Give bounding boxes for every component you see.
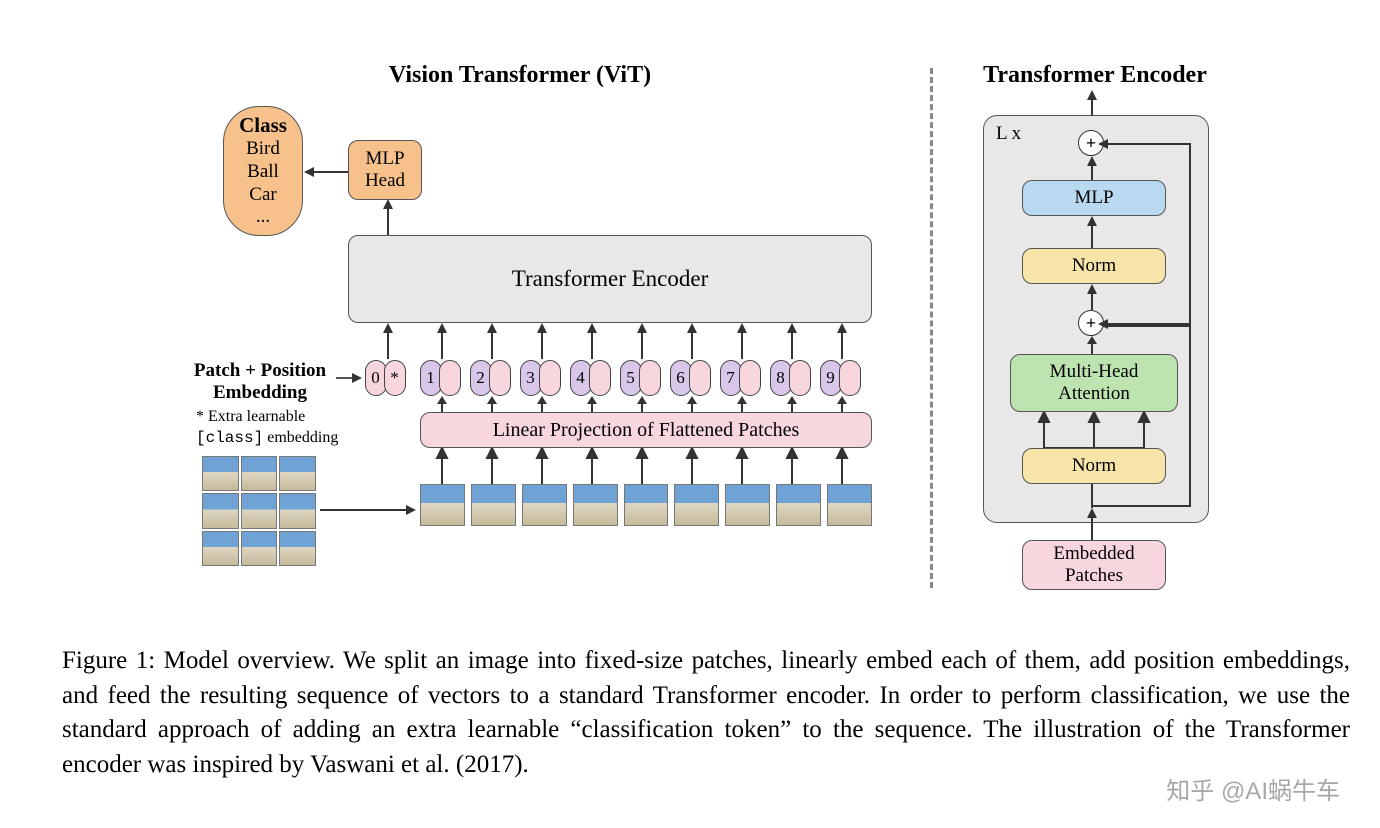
arrow-token-7 (732, 323, 752, 359)
patch-token-1: 1 (418, 360, 462, 396)
figure-caption: Figure 1: Model overview. We split an im… (62, 644, 1350, 782)
norm1-box: Norm (1022, 248, 1166, 284)
arrow-token-8 (782, 323, 802, 359)
arrow-mlp-in (1082, 156, 1102, 180)
arrow-token-4 (582, 323, 602, 359)
patch-position-label: Patch + Position Embedding (180, 360, 340, 404)
encoder-title: Transformer Encoder (960, 62, 1230, 89)
transformer-encoder-box: Transformer Encoder (348, 235, 872, 323)
patch-token-8: 8 (768, 360, 812, 396)
arrow-lp-9 (832, 396, 852, 412)
arrow-enc-out (1082, 90, 1102, 116)
image-grid (202, 456, 316, 566)
arrow-lp-7 (732, 396, 752, 412)
arrow-token-3 (532, 323, 552, 359)
patch-token-5: 5 (618, 360, 662, 396)
arrow-norm2-split (1082, 484, 1102, 508)
patch-token-3: 3 (518, 360, 562, 396)
arrow-lp-5 (632, 396, 652, 412)
extra-class-note: * Extra learnable [class] embedding (196, 407, 396, 449)
arrow-token-1 (432, 323, 452, 359)
arrow-mlp-to-class (304, 162, 348, 182)
patch-token-9: 9 (818, 360, 862, 396)
arrow-norm1-mlp (1082, 216, 1102, 248)
patch-token-7: 7 (718, 360, 762, 396)
mlp-head-box: MLP Head (348, 140, 422, 200)
arrow-pp-label (336, 370, 362, 386)
arrow-token-9 (832, 323, 852, 359)
arrow-token-5 (632, 323, 652, 359)
vit-title: Vision Transformer (ViT) (300, 62, 740, 89)
patch-token-4: 4 (568, 360, 612, 396)
mlp-box: MLP (1022, 180, 1166, 216)
patch-row (420, 484, 872, 526)
arrow-lp-1 (432, 396, 452, 412)
class-output: Class Bird Ball Car ... (223, 106, 303, 236)
arrow-lp-4 (582, 396, 602, 412)
arrows-into-mha (1010, 412, 1178, 448)
class-token: 0 * (363, 360, 407, 396)
arrow-lp-2 (482, 396, 502, 412)
class-output-label: Class (239, 113, 287, 138)
arrow-lp-3 (532, 396, 552, 412)
arrow-patchrow (420, 448, 872, 484)
arrow-encoder-to-mlp (378, 199, 398, 235)
patch-token-6: 6 (668, 360, 712, 396)
arrow-mha-add (1082, 336, 1102, 354)
arrow-token-2 (482, 323, 502, 359)
arrow-add-norm1 (1082, 284, 1102, 310)
watermark: 知乎 @AI蜗牛车 (1166, 771, 1340, 806)
arrow-lp-8 (782, 396, 802, 412)
arrow-token-0 (378, 323, 398, 359)
patch-token-2: 2 (468, 360, 512, 396)
linear-proj-box: Linear Projection of Flattened Patches (420, 412, 872, 448)
arrow-embed-in (1082, 508, 1102, 540)
mha-box: Multi-Head Attention (1010, 354, 1178, 412)
arrow-grid-to-row (320, 500, 416, 520)
arrow-lp-6 (682, 396, 702, 412)
divider (930, 68, 933, 588)
arrow-token-6 (682, 323, 702, 359)
lx-label: L x (996, 123, 1021, 145)
grid-patch (202, 456, 239, 491)
residual-top (1090, 130, 1202, 330)
embedded-patches-box: Embedded Patches (1022, 540, 1166, 590)
class-output-items: Bird Ball Car ... (239, 138, 287, 229)
norm2-box: Norm (1022, 448, 1166, 484)
